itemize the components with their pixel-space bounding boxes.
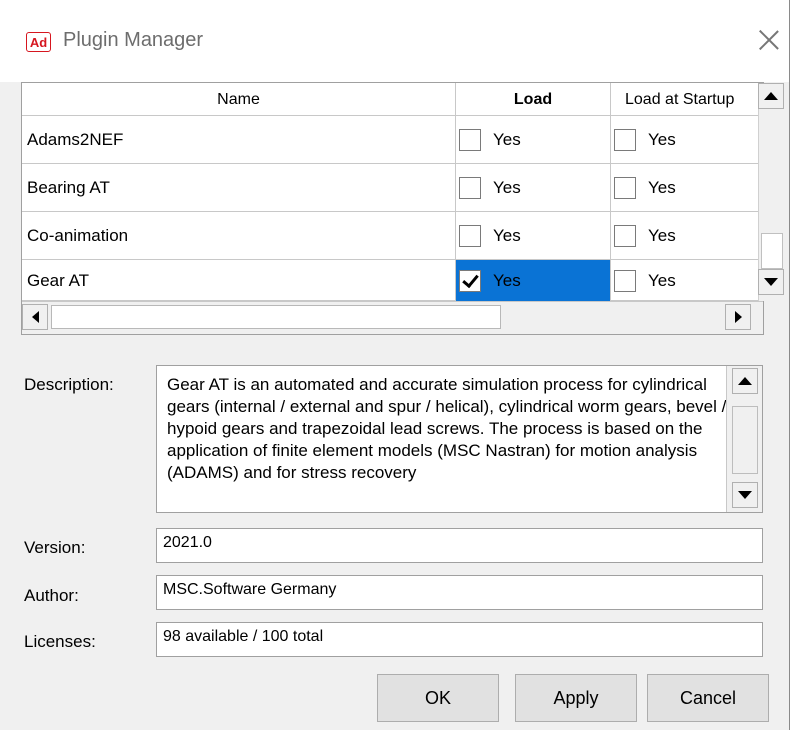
load-label: Yes [493,270,521,290]
version-field[interactable]: 2021.0 [156,528,763,563]
load-checkbox[interactable] [459,269,481,292]
column-header-load[interactable]: Load [456,83,611,116]
arrow-up-icon [738,377,752,385]
load-cell[interactable]: Yes [456,212,611,260]
load-cell[interactable]: Yes [456,164,611,212]
horizontal-scroll-thumb[interactable] [51,305,501,329]
load-cell[interactable]: Yes [456,116,611,164]
startup-cell[interactable]: Yes [611,116,763,164]
scroll-left-button[interactable] [22,304,48,330]
scroll-down-button[interactable] [758,269,784,295]
window-title: Plugin Manager [63,29,204,51]
description-box[interactable]: Gear AT is an automated and accurate sim… [156,365,763,513]
grid-header: Name Load Load at Startup [22,83,763,116]
startup-label: Yes [648,270,676,290]
arrow-right-icon [734,311,742,323]
startup-cell[interactable]: Yes [611,164,763,212]
plugin-name: Adams2NEF [22,116,456,164]
load-at-startup-checkbox[interactable] [614,225,636,247]
grid-vertical-scrollbar[interactable] [758,83,784,301]
load-checkbox[interactable] [459,129,481,151]
scroll-right-button[interactable] [725,304,751,330]
ok-button[interactable]: OK [377,674,499,722]
startup-cell[interactable]: Yes [611,212,763,260]
plugin-name: Bearing AT [22,164,456,212]
table-row[interactable]: Bearing AT Yes Yes [22,164,763,212]
plugin-name: Co-animation [22,212,456,260]
author-field[interactable]: MSC.Software Germany [156,575,763,610]
arrow-left-icon [31,311,39,323]
cancel-button[interactable]: Cancel [647,674,769,722]
licenses-field[interactable]: 98 available / 100 total [156,622,763,657]
arrow-up-icon [764,92,778,100]
table-row[interactable]: Co-animation Yes Yes [22,212,763,260]
description-scroll-up-button[interactable] [732,368,758,394]
vertical-scroll-thumb[interactable] [761,233,783,269]
version-label: Version: [24,538,86,557]
adams-app-icon: Ad [26,32,51,52]
plugin-grid[interactable]: Name Load Load at Startup Adams2NEF Yes … [21,82,784,335]
load-checkbox[interactable] [459,225,481,247]
load-at-startup-checkbox[interactable] [614,177,636,199]
arrow-down-icon [738,491,752,499]
licenses-label: Licenses: [24,632,96,651]
startup-cell[interactable]: Yes [611,260,763,301]
apply-button[interactable]: Apply [515,674,637,722]
title-bar: Ad Plugin Manager [0,0,789,82]
grid-horizontal-scrollbar[interactable] [22,301,763,334]
load-at-startup-checkbox[interactable] [614,129,636,151]
column-header-name[interactable]: Name [22,83,456,116]
arrow-down-icon [764,278,778,286]
description-scrollbar[interactable] [726,366,762,512]
column-header-load-at-startup[interactable]: Load at Startup [611,83,758,116]
startup-label: Yes [648,130,676,149]
plugin-name: Gear AT [22,260,456,301]
plugin-manager-window: Ad Plugin Manager Name Load Load at Star… [0,0,790,730]
startup-label: Yes [648,178,676,197]
startup-label: Yes [648,226,676,245]
table-row-selected[interactable]: Gear AT Yes Yes [22,260,763,301]
load-checkbox[interactable] [459,177,481,199]
description-label: Description: [24,375,114,394]
close-icon[interactable] [755,27,783,55]
table-row[interactable]: Adams2NEF Yes Yes [22,116,763,164]
load-label: Yes [493,130,521,149]
scroll-up-button[interactable] [758,83,784,109]
load-label: Yes [493,178,521,197]
load-label: Yes [493,226,521,245]
description-scroll-thumb[interactable] [732,406,758,474]
description-text: Gear AT is an automated and accurate sim… [167,375,727,482]
load-at-startup-checkbox[interactable] [614,269,636,292]
description-scroll-down-button[interactable] [732,482,758,508]
load-cell[interactable]: Yes [456,260,611,301]
author-label: Author: [24,586,79,605]
